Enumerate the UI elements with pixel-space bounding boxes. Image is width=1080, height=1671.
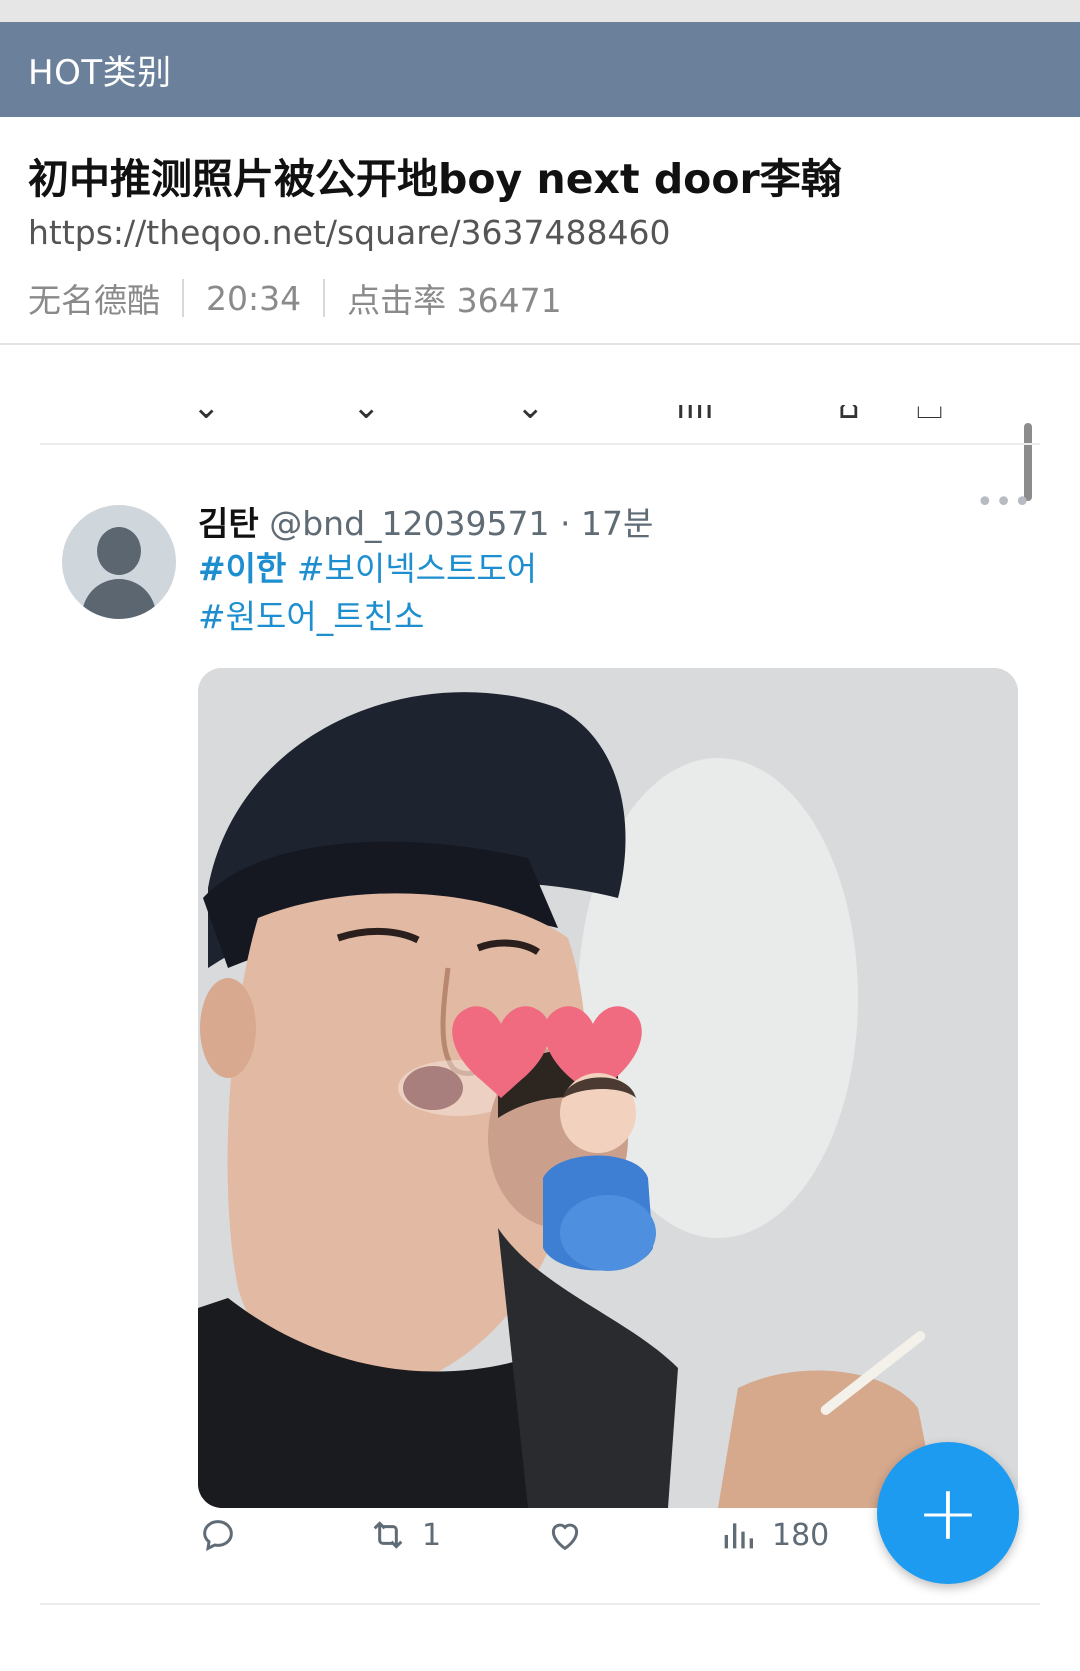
post-time: 20:34	[206, 278, 302, 318]
bar-chart-icon: ıııı	[676, 405, 714, 425]
tweet-photo[interactable]	[198, 668, 1018, 1508]
bar-chart-icon	[724, 1523, 753, 1549]
divider	[40, 443, 1040, 445]
tweet-hashtags: #이한 #보이넥스트도어 #원도어_트친소	[198, 545, 537, 641]
reply-icon	[203, 1520, 233, 1551]
like-button[interactable]	[545, 1515, 585, 1555]
category-header: HOT类别	[0, 22, 1080, 117]
heart-icon	[551, 1523, 579, 1551]
heart-icon: ⌄	[516, 405, 545, 425]
meta-divider	[182, 279, 184, 317]
avatar[interactable]	[62, 505, 176, 619]
article-header: 初中推测照片被公开地boy next door李翰 https://theqoo…	[0, 117, 1080, 345]
bookmark-icon: ⌂	[838, 405, 860, 425]
article-title: 初中推测照片被公开地boy next door李翰	[28, 155, 842, 203]
retweet-count: 1	[422, 1517, 442, 1553]
avatar-head-shape	[97, 527, 141, 575]
avatar-body-shape	[82, 579, 156, 619]
compose-fab-button[interactable]: +	[877, 1442, 1019, 1584]
reply-button[interactable]	[198, 1515, 238, 1555]
cropped-action-row: ⌄ ⌄ ⌄ ıııı ⌂ ⌴	[0, 405, 1080, 425]
more-horizontal-icon[interactable]: •••	[976, 485, 1032, 520]
retweet-icon	[373, 1521, 403, 1549]
photo-illustration	[198, 668, 1018, 1508]
reply-icon: ⌄	[192, 405, 221, 425]
embedded-tweet-screenshot: ⌄ ⌄ ⌄ ıııı ⌂ ⌴ 김탄 @bnd_12039571 · 17분 ••…	[0, 345, 1080, 1671]
author-name: 无名德酷	[28, 281, 160, 320]
divider	[40, 1603, 1040, 1605]
view-count: 点击率 36471	[347, 281, 562, 320]
retweet-icon: ⌄	[352, 405, 381, 425]
hashtag-link[interactable]: #보이넥스트도어	[297, 549, 537, 588]
category-title[interactable]: HOT类别	[28, 45, 172, 94]
article-url[interactable]: https://theqoo.net/square/3637488460	[28, 213, 670, 252]
hashtag-link[interactable]: #이한	[198, 549, 286, 588]
hashtag-link[interactable]: #원도어_트친소	[198, 597, 424, 636]
handle-and-time: @bnd_12039571 · 17분	[269, 504, 654, 543]
display-name[interactable]: 김탄	[198, 504, 259, 543]
tweet-header: 김탄 @bnd_12039571 · 17분	[198, 497, 653, 545]
retweet-button[interactable]: 1	[368, 1515, 441, 1555]
plus-icon: +	[916, 1468, 980, 1557]
article-meta: 无名德酷 20:34 点击率 36471	[28, 274, 562, 322]
views-button[interactable]: 180	[718, 1515, 829, 1555]
meta-divider	[323, 279, 326, 317]
views-count: 180	[772, 1517, 830, 1553]
status-bar	[0, 0, 1080, 22]
share-icon: ⌴	[916, 405, 944, 425]
